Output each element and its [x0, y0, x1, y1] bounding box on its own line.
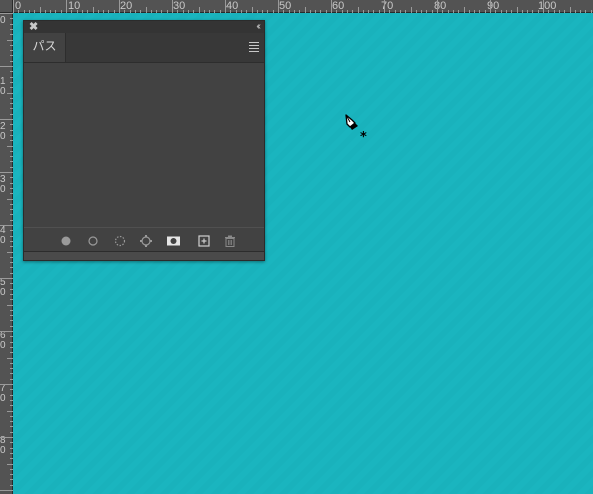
ruler-ticks [13, 0, 592, 13]
fill-path-button[interactable] [59, 234, 73, 248]
panel-resize-strip[interactable] [24, 251, 264, 260]
svg-text:*: * [360, 130, 367, 145]
paths-panel: ✖ ‹‹ パス [23, 20, 265, 261]
ruler-origin-corner[interactable] [0, 0, 13, 13]
plus-square-icon [198, 235, 210, 247]
load-as-selection-button[interactable] [113, 234, 127, 248]
filled-circle-icon [61, 236, 71, 246]
circle-outline-icon [88, 236, 98, 246]
horizontal-ruler[interactable]: 0 10 20 30 40 50 60 70 80 90 100 [0, 0, 593, 13]
ruler-ticks [0, 13, 13, 491]
close-panel-icon[interactable]: ✖ [29, 21, 38, 33]
add-mask-button[interactable] [166, 234, 182, 248]
panel-tabbar: パス [24, 33, 264, 63]
mask-icon [167, 236, 180, 246]
stroke-path-button[interactable] [86, 234, 100, 248]
tab-paths[interactable]: パス [24, 33, 66, 62]
panel-footer [24, 227, 264, 253]
panel-titlebar[interactable]: ✖ ‹‹ [24, 21, 264, 33]
delete-path-button[interactable] [223, 234, 237, 248]
pen-tool-new-path-cursor-icon: * [341, 113, 373, 145]
path-anchor-icon [140, 235, 152, 247]
collapse-panel-icon[interactable]: ‹‹ [256, 21, 260, 33]
trash-icon [225, 235, 235, 247]
new-path-button[interactable] [197, 234, 211, 248]
dashed-circle-icon [114, 235, 126, 247]
paths-list[interactable] [24, 63, 264, 227]
make-work-path-button[interactable] [139, 234, 153, 248]
panel-menu-icon[interactable] [249, 42, 259, 52]
vertical-ruler[interactable]: 0 1 0 2 0 3 0 4 0 5 0 6 0 7 0 8 0 [0, 0, 13, 494]
